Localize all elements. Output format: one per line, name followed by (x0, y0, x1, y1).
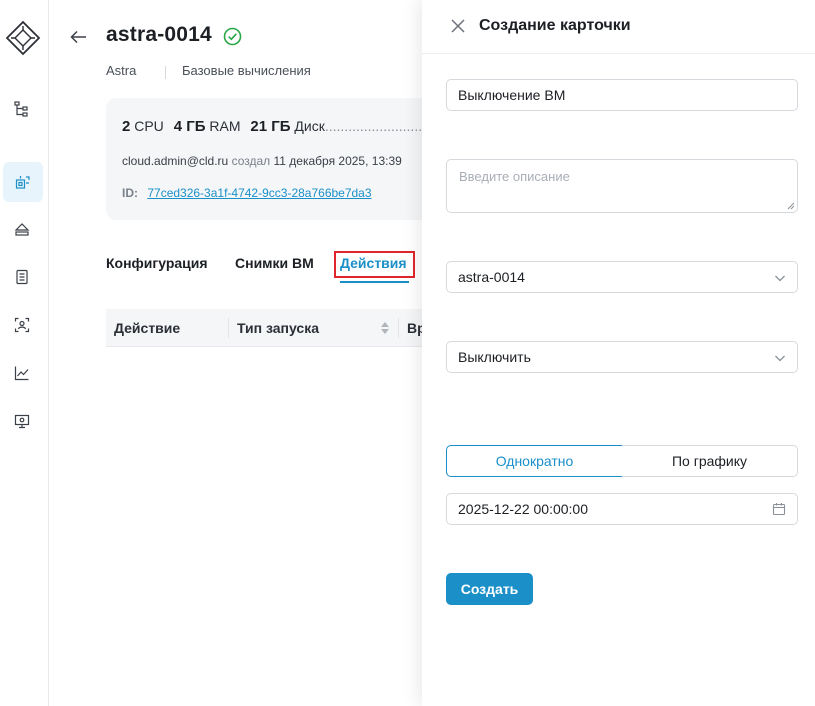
nav-list[interactable] (0, 257, 44, 297)
list-icon (16, 269, 28, 285)
chevron-down-icon (775, 355, 785, 362)
calendar-icon[interactable] (772, 502, 786, 516)
description-placeholder: Введите описание (459, 169, 570, 184)
cpu-unit: CPU (134, 118, 164, 134)
owner-email: cloud.admin@cld.ru (122, 154, 229, 168)
logo-icon[interactable] (5, 20, 41, 56)
vm-created-info: cloud.admin@cld.ru создал 11 декабря 202… (122, 154, 402, 168)
check-circle-icon (223, 27, 242, 46)
datetime-value: 2025-12-22 00:00:00 (458, 501, 588, 517)
ram-value: 4 ГБ (173, 118, 206, 135)
vm-specs: 2 CPU 4 ГБ RAM 21 ГБ Диск...............… (122, 118, 436, 135)
vm-select[interactable]: astra-0014 (446, 261, 798, 293)
disk-unit: Диск (294, 118, 325, 134)
drawer-title: Создание карточки (479, 17, 631, 34)
create-button[interactable]: Создать (446, 573, 533, 605)
column-divider (228, 318, 229, 338)
monitor-settings-icon (14, 414, 30, 429)
scan-user-icon (14, 317, 30, 333)
chevron-down-icon (775, 275, 785, 282)
compute-icon (15, 176, 30, 189)
action-select[interactable]: Выключить (446, 341, 798, 373)
created-date: 11 декабря 2025, 13:39 (273, 154, 402, 168)
id-label: ID: (122, 186, 138, 200)
vm-id-link[interactable]: 77ced326-3a1f-4742-9cc3-28a766be7da3 (147, 186, 371, 200)
ram-unit: RAM (209, 118, 241, 134)
tab-configuration[interactable]: Конфигурация (106, 255, 208, 271)
hierarchy-icon (14, 101, 28, 117)
sidebar (0, 0, 49, 706)
storage-icon (14, 223, 30, 236)
chart-line-icon (14, 366, 29, 381)
created-label: создал (231, 154, 271, 168)
action-select-value: Выключить (458, 349, 531, 365)
vm-details-page: astra-0014 Astra Базовые вычисления 2 CP… (49, 0, 436, 706)
nav-analytics[interactable] (0, 353, 44, 393)
nav-scan[interactable] (0, 305, 44, 345)
breadcrumb-divider (165, 66, 166, 79)
column-launch-type[interactable]: Тип запуска (237, 320, 319, 336)
resize-handle-icon[interactable] (787, 202, 795, 210)
cpu-value: 2 (122, 118, 131, 135)
tab-snapshots[interactable]: Снимки ВМ (235, 255, 314, 271)
nav-hierarchy[interactable] (0, 89, 44, 129)
close-icon[interactable] (450, 18, 466, 34)
sort-icon[interactable] (379, 320, 391, 336)
card-name-input[interactable]: Выключение ВМ (446, 79, 798, 111)
disk-value: 21 ГБ (250, 118, 291, 135)
description-textarea[interactable]: Введите описание (446, 159, 798, 213)
card-name-value: Выключение ВМ (458, 87, 566, 103)
nav-monitor[interactable] (0, 401, 44, 441)
column-action[interactable]: Действие (114, 320, 180, 336)
vm-id-line: ID: 77ced326-3a1f-4742-9cc3-28a766be7da3 (122, 186, 372, 200)
datetime-input[interactable]: 2025-12-22 00:00:00 (446, 493, 798, 525)
schedule-once-option[interactable]: Однократно (446, 445, 623, 477)
active-tab-indicator (340, 281, 409, 283)
vm-summary-card: 2 CPU 4 ГБ RAM 21 ГБ Диск...............… (106, 98, 436, 220)
schedule-recurring-option[interactable]: По графику (622, 445, 798, 477)
nav-storage[interactable] (0, 209, 44, 249)
nav-compute[interactable] (3, 162, 43, 202)
actions-table-header: Действие Тип запуска Вр (106, 309, 436, 347)
breadcrumb-service[interactable]: Базовые вычисления (182, 63, 311, 78)
create-card-drawer: Создание карточки Выключение ВМ Введите … (422, 0, 815, 706)
column-divider (398, 318, 399, 338)
back-arrow-icon[interactable] (69, 28, 89, 46)
breadcrumb-project[interactable]: Astra (106, 63, 136, 78)
vm-select-value: astra-0014 (458, 269, 525, 285)
page-title: astra-0014 (106, 23, 212, 46)
tab-highlight-box (334, 251, 415, 278)
drawer-header: Создание карточки (422, 0, 815, 54)
